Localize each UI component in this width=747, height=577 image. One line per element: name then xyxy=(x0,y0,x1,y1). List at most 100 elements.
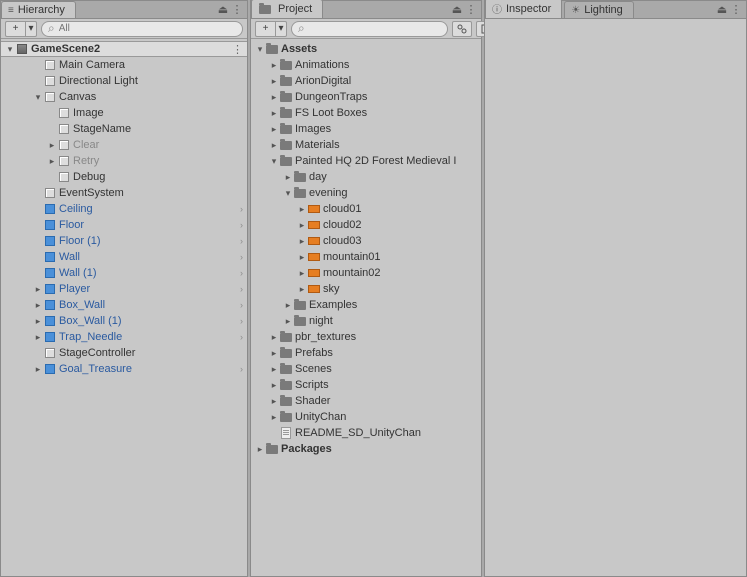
lock-icon[interactable]: ⏏ xyxy=(716,3,728,16)
project-item[interactable]: mountain01 xyxy=(251,249,481,265)
project-tab[interactable]: Project xyxy=(251,0,323,18)
foldout-icon[interactable] xyxy=(269,75,279,87)
hierarchy-item[interactable]: Floor (1)› xyxy=(1,233,247,249)
foldout-icon[interactable] xyxy=(33,299,43,311)
foldout-icon[interactable] xyxy=(297,235,307,247)
hierarchy-tree[interactable]: GameScene2 ⋮ Main Camera Directional Lig… xyxy=(1,39,247,576)
open-prefab-icon[interactable]: › xyxy=(240,316,243,326)
open-prefab-icon[interactable]: › xyxy=(240,364,243,374)
project-item[interactable]: mountain02 xyxy=(251,265,481,281)
project-item[interactable]: Assets xyxy=(251,41,481,57)
project-item[interactable]: ArionDigital xyxy=(251,73,481,89)
open-prefab-icon[interactable]: › xyxy=(240,236,243,246)
project-item[interactable]: Prefabs xyxy=(251,345,481,361)
open-prefab-icon[interactable]: › xyxy=(240,300,243,310)
hierarchy-tab[interactable]: ≡ Hierarchy xyxy=(1,1,76,18)
open-prefab-icon[interactable]: › xyxy=(240,268,243,278)
project-item[interactable]: cloud02 xyxy=(251,217,481,233)
project-item[interactable]: Examples xyxy=(251,297,481,313)
hierarchy-item[interactable]: Image xyxy=(1,105,247,121)
lighting-tab[interactable]: ☀ Lighting xyxy=(564,1,634,18)
hierarchy-item[interactable]: Wall› xyxy=(1,249,247,265)
foldout-icon[interactable] xyxy=(33,315,43,327)
foldout-icon[interactable] xyxy=(33,363,43,375)
hierarchy-item[interactable]: Floor› xyxy=(1,217,247,233)
project-item[interactable]: Animations xyxy=(251,57,481,73)
project-item[interactable]: Packages xyxy=(251,441,481,457)
foldout-icon[interactable] xyxy=(269,107,279,119)
scene-menu-icon[interactable]: ⋮ xyxy=(232,43,243,56)
foldout-icon[interactable] xyxy=(269,347,279,359)
hierarchy-item[interactable]: Trap_Needle› xyxy=(1,329,247,345)
open-prefab-icon[interactable]: › xyxy=(240,220,243,230)
foldout-icon[interactable] xyxy=(33,331,43,343)
hierarchy-item[interactable]: Box_Wall (1)› xyxy=(1,313,247,329)
foldout-icon[interactable] xyxy=(255,443,265,455)
project-tree[interactable]: Assets Animations ArionDigital DungeonTr… xyxy=(251,39,481,576)
foldout-icon[interactable] xyxy=(47,155,57,167)
project-item[interactable]: day xyxy=(251,169,481,185)
project-item[interactable]: Images xyxy=(251,121,481,137)
lock-icon[interactable]: ⏏ xyxy=(451,3,463,16)
open-prefab-icon[interactable]: › xyxy=(240,204,243,214)
open-prefab-icon[interactable]: › xyxy=(240,332,243,342)
project-item[interactable]: Painted HQ 2D Forest Medieval I xyxy=(251,153,481,169)
foldout-icon[interactable] xyxy=(269,331,279,343)
foldout-icon[interactable] xyxy=(297,203,307,215)
project-item[interactable]: pbr_textures xyxy=(251,329,481,345)
project-item[interactable]: sky xyxy=(251,281,481,297)
project-item[interactable]: Scenes xyxy=(251,361,481,377)
hierarchy-item[interactable]: StageName xyxy=(1,121,247,137)
hierarchy-item[interactable]: Wall (1)› xyxy=(1,265,247,281)
project-search[interactable] xyxy=(291,21,448,37)
foldout-icon[interactable] xyxy=(269,379,279,391)
hierarchy-search-input[interactable] xyxy=(59,23,236,34)
foldout-icon[interactable] xyxy=(269,411,279,423)
project-item[interactable]: FS Loot Boxes xyxy=(251,105,481,121)
hierarchy-item[interactable]: Debug xyxy=(1,169,247,185)
hierarchy-item[interactable]: Directional Light xyxy=(1,73,247,89)
foldout-icon[interactable] xyxy=(283,299,293,311)
hierarchy-item[interactable]: Player› xyxy=(1,281,247,297)
foldout-icon[interactable] xyxy=(47,139,57,151)
hierarchy-item[interactable]: Box_Wall› xyxy=(1,297,247,313)
hierarchy-item[interactable]: Retry xyxy=(1,153,247,169)
hierarchy-item[interactable]: Main Camera xyxy=(1,57,247,73)
foldout-icon[interactable] xyxy=(269,59,279,71)
open-prefab-icon[interactable]: › xyxy=(240,252,243,262)
foldout-icon[interactable] xyxy=(283,171,293,183)
project-item[interactable]: cloud01 xyxy=(251,201,481,217)
project-item[interactable]: evening xyxy=(251,185,481,201)
project-item[interactable]: DungeonTraps xyxy=(251,89,481,105)
foldout-icon[interactable] xyxy=(269,363,279,375)
open-prefab-icon[interactable]: › xyxy=(240,284,243,294)
menu-icon[interactable]: ⋮ xyxy=(231,3,243,16)
hierarchy-item[interactable]: Canvas xyxy=(1,89,247,105)
hierarchy-item[interactable]: StageController xyxy=(1,345,247,361)
foldout-icon[interactable] xyxy=(297,267,307,279)
create-asset-dropdown[interactable]: +▾ xyxy=(255,21,287,37)
foldout-icon[interactable] xyxy=(283,187,293,199)
scene-row[interactable]: GameScene2 ⋮ xyxy=(1,41,247,57)
foldout-icon[interactable] xyxy=(297,283,307,295)
hierarchy-item[interactable]: EventSystem xyxy=(1,185,247,201)
lock-icon[interactable]: ⏏ xyxy=(217,3,229,16)
foldout-icon[interactable] xyxy=(33,283,43,295)
foldout-icon[interactable] xyxy=(269,395,279,407)
project-item[interactable]: cloud03 xyxy=(251,233,481,249)
hierarchy-item[interactable]: Clear xyxy=(1,137,247,153)
foldout-icon[interactable] xyxy=(269,139,279,151)
foldout-icon[interactable] xyxy=(297,219,307,231)
hierarchy-item[interactable]: Ceiling› xyxy=(1,201,247,217)
project-item[interactable]: Shader xyxy=(251,393,481,409)
foldout-icon[interactable] xyxy=(5,43,15,55)
foldout-icon[interactable] xyxy=(269,91,279,103)
inspector-tab[interactable]: ⓘ Inspector xyxy=(485,0,562,18)
filter-by-type-button[interactable] xyxy=(452,21,472,37)
project-item[interactable]: Scripts xyxy=(251,377,481,393)
foldout-icon[interactable] xyxy=(283,315,293,327)
project-item[interactable]: Materials xyxy=(251,137,481,153)
create-dropdown[interactable]: +▾ xyxy=(5,21,37,37)
project-search-input[interactable] xyxy=(309,23,441,34)
project-item[interactable]: README_SD_UnityChan xyxy=(251,425,481,441)
